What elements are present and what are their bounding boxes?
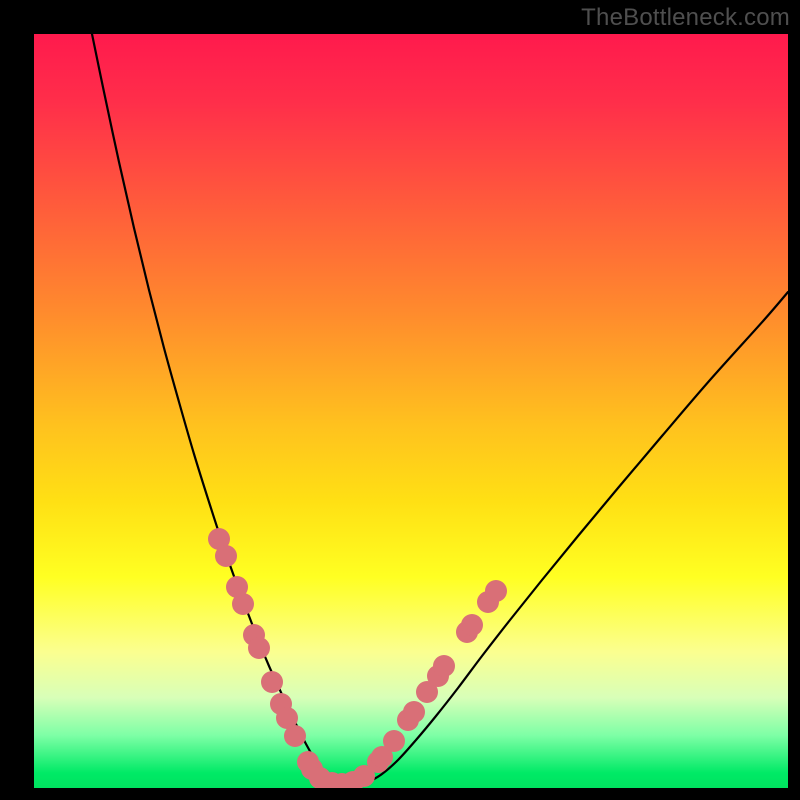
highlight-dot — [461, 614, 483, 636]
highlight-dot — [485, 580, 507, 602]
highlight-dot — [403, 701, 425, 723]
highlight-dot — [248, 637, 270, 659]
highlight-dot — [232, 593, 254, 615]
watermark-text: TheBottleneck.com — [581, 4, 790, 32]
highlight-dot — [261, 671, 283, 693]
curve-layer — [34, 34, 788, 788]
highlight-dot — [383, 730, 405, 752]
highlight-dot — [433, 655, 455, 677]
highlight-dot — [215, 545, 237, 567]
highlight-dots — [208, 528, 507, 788]
chart-frame: TheBottleneck.com — [0, 0, 800, 800]
highlight-dot — [284, 725, 306, 747]
plot-area — [34, 34, 788, 788]
